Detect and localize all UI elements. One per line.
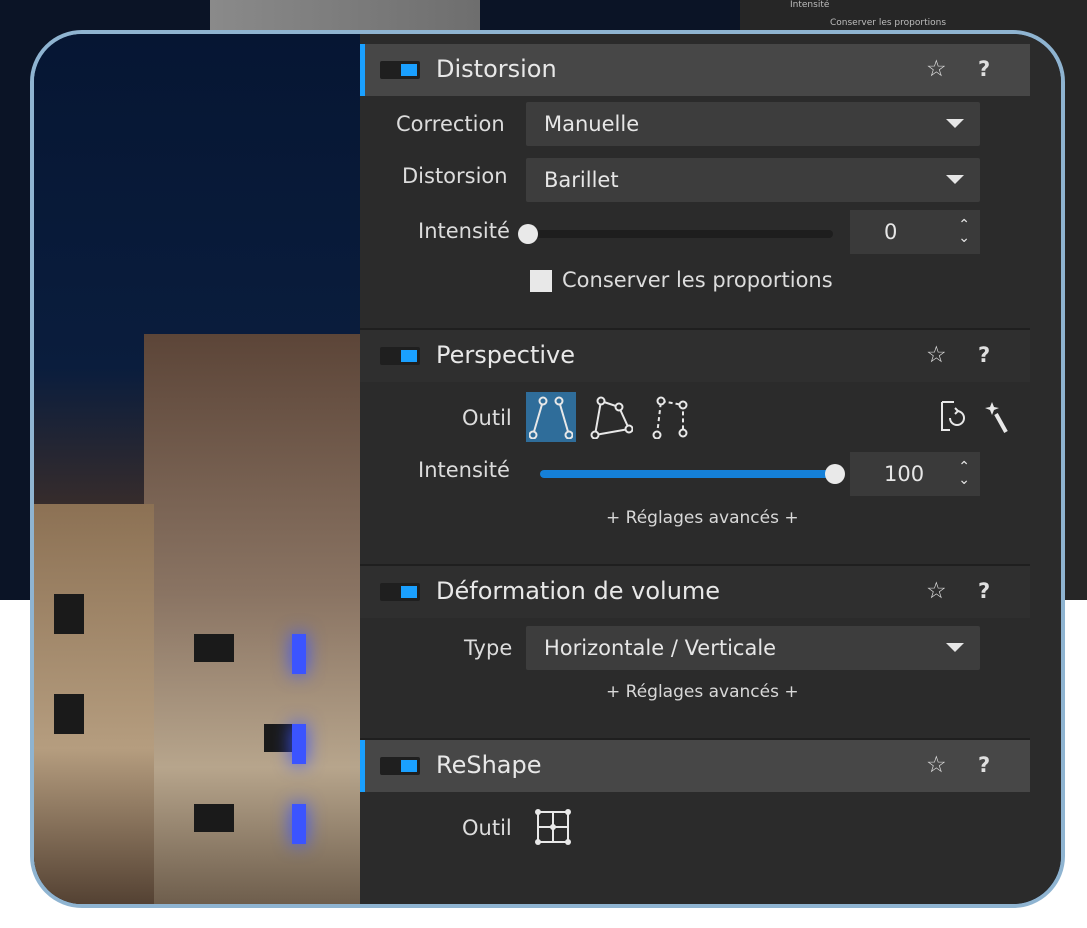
slider-thumb[interactable] [518, 224, 538, 244]
grid-icon [535, 809, 571, 845]
window [194, 634, 234, 662]
correction-dropdown[interactable]: Manuelle [526, 102, 980, 146]
perspective-vertical-tool[interactable] [526, 392, 576, 442]
active-indicator [360, 44, 365, 96]
stepper-value: 100 [884, 462, 925, 486]
blue-light [292, 724, 306, 764]
correction-value: Manuelle [544, 112, 640, 136]
keep-proportions-label: Conserver les proportions [562, 268, 833, 292]
help-icon[interactable]: ? [978, 579, 990, 603]
section-title: Déformation de volume [436, 577, 721, 605]
perspective-toggle[interactable] [380, 347, 420, 365]
type-dropdown[interactable]: Horizontale / Verticale [526, 626, 980, 670]
star-icon[interactable]: ☆ [926, 56, 947, 82]
magic-wand-icon [985, 402, 1008, 433]
intensity-label: Intensité [418, 219, 510, 243]
perspective-free-tool[interactable] [586, 392, 636, 442]
distorsion-label: Distorsion [402, 164, 508, 188]
building-right [144, 334, 364, 904]
volume-header[interactable]: Déformation de volume ☆ ? [360, 566, 1030, 618]
auto-correct-button[interactable] [978, 394, 1018, 438]
star-icon[interactable]: ☆ [926, 342, 947, 368]
advanced-settings-link[interactable]: + Réglages avancés + [606, 682, 799, 702]
star-icon[interactable]: ☆ [926, 578, 947, 604]
distorsion-toggle[interactable] [380, 61, 420, 79]
chevron-down-icon [946, 643, 964, 652]
keep-proportions-checkbox[interactable] [530, 270, 552, 292]
active-indicator [360, 740, 365, 792]
correction-panel: Distorsion ☆ ? Correction Manuelle Disto… [360, 34, 1061, 904]
background-hint-proportions: Conserver les proportions [830, 18, 947, 28]
free-perspective-icon [590, 396, 633, 439]
background-building-strip [210, 0, 480, 30]
advanced-settings-link[interactable]: + Réglages avancés + [606, 508, 799, 528]
stepper-value: 0 [884, 220, 898, 244]
perspective-header[interactable]: Perspective ☆ ? [360, 330, 1030, 382]
window [54, 594, 84, 634]
distorsion-intensity-stepper[interactable]: 0 ⌃ ⌄ [850, 210, 980, 254]
distorsion-header[interactable]: Distorsion ☆ ? [360, 44, 1030, 96]
reset-icon [941, 401, 965, 431]
reset-tool-button[interactable] [932, 394, 976, 438]
section-title: ReShape [436, 751, 542, 779]
perspective-intensity-slider[interactable] [540, 464, 845, 484]
window [54, 694, 84, 734]
tool-label: Outil [462, 816, 512, 840]
distorsion-value: Barillet [544, 168, 619, 192]
chevron-down-icon [946, 119, 964, 128]
slider-fill [540, 470, 835, 478]
vertical-perspective-icon [529, 396, 573, 439]
star-icon[interactable]: ☆ [926, 752, 947, 778]
highlight-frame: › Distorsion ☆ ? Correction Manuelle Dis… [30, 30, 1065, 908]
distorsion-dropdown[interactable]: Barillet [526, 158, 980, 202]
reshape-header[interactable]: ReShape ☆ ? [360, 740, 1030, 792]
blue-light [292, 634, 306, 674]
section-title: Distorsion [436, 55, 557, 83]
perspective-rect-tool[interactable] [646, 392, 696, 442]
building-left [34, 504, 154, 904]
slider-thumb[interactable] [825, 464, 845, 484]
stepper-arrows-icon[interactable]: ⌃ ⌄ [958, 460, 970, 487]
distorsion-intensity-slider[interactable] [518, 224, 833, 244]
help-icon[interactable]: ? [978, 343, 990, 367]
toggle-knob [401, 760, 417, 772]
chevron-down-icon [946, 175, 964, 184]
blue-light [292, 804, 306, 844]
toggle-knob [401, 64, 417, 76]
rectangle-perspective-icon [652, 396, 688, 439]
perspective-intensity-stepper[interactable]: 100 ⌃ ⌄ [850, 452, 980, 496]
tool-label: Outil [462, 406, 512, 430]
help-icon[interactable]: ? [978, 57, 990, 81]
reshape-toggle[interactable] [380, 757, 420, 775]
window [194, 804, 234, 832]
reshape-grid-tool[interactable] [528, 802, 578, 852]
type-label: Type [464, 636, 513, 660]
help-icon[interactable]: ? [978, 753, 990, 777]
volume-toggle[interactable] [380, 583, 420, 601]
toggle-knob [401, 350, 417, 362]
intensity-label: Intensité [418, 458, 510, 482]
background-hint-intensity: Intensité [790, 0, 830, 10]
photo-preview [34, 34, 364, 904]
section-title: Perspective [436, 341, 575, 369]
toggle-knob [401, 586, 417, 598]
type-value: Horizontale / Verticale [544, 636, 777, 660]
correction-label: Correction [396, 112, 505, 136]
stepper-arrows-icon[interactable]: ⌃ ⌄ [958, 218, 970, 245]
